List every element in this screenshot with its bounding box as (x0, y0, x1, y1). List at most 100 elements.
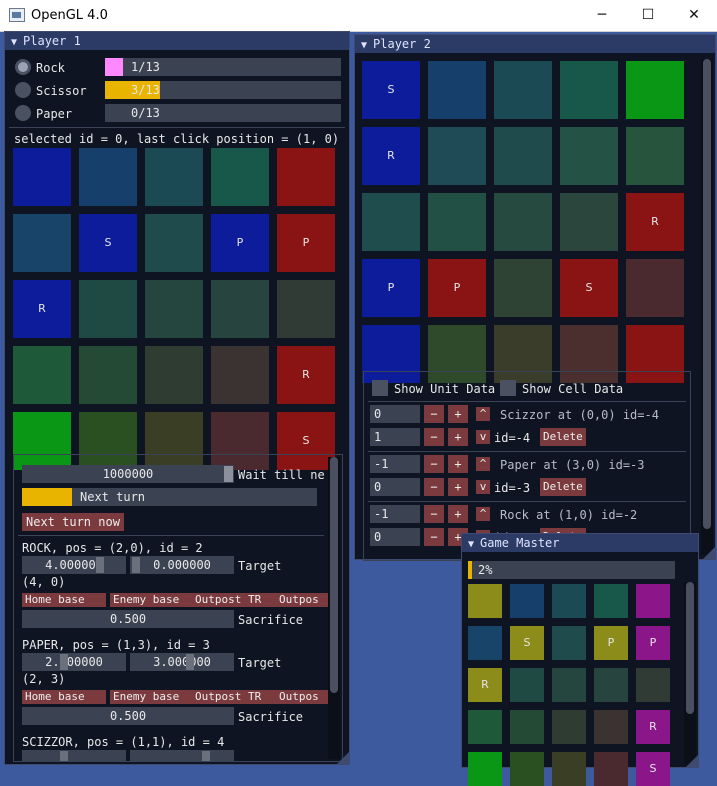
unit-value-slider-2[interactable]: 0.000000 (130, 556, 234, 574)
grid-cell[interactable] (626, 61, 684, 119)
unit-coord-x-field[interactable]: -1 (370, 505, 420, 523)
minimize-button[interactable]: ─ (579, 0, 625, 31)
resize-grip[interactable] (337, 752, 349, 764)
show-cell-data-checkbox[interactable] (500, 380, 516, 396)
grid-cell[interactable] (362, 193, 420, 251)
grid-cell[interactable]: P (636, 626, 670, 660)
grid-cell[interactable]: P (362, 259, 420, 317)
grid-cell[interactable] (560, 193, 618, 251)
decrement-button[interactable]: − (424, 405, 444, 423)
move-down-button[interactable]: v (476, 430, 490, 444)
player2-header[interactable]: ▼ Player 2 (355, 35, 715, 53)
grid-cell[interactable] (468, 626, 502, 660)
decrement-button[interactable]: − (424, 505, 444, 523)
unit-coord-x-field[interactable]: -1 (370, 455, 420, 473)
grid-cell[interactable] (145, 214, 203, 272)
grid-cell[interactable] (211, 346, 269, 404)
grid-cell[interactable] (13, 148, 71, 206)
turn-panel-scrollbar[interactable] (328, 457, 340, 759)
increment-button[interactable]: + (448, 505, 468, 523)
grid-cell[interactable]: S (560, 259, 618, 317)
next-turn-now-button[interactable]: Next turn now (22, 513, 124, 531)
target-preset-button[interactable]: Home base (22, 690, 106, 704)
slider-grab[interactable] (60, 654, 68, 670)
wait-slider[interactable]: 1000000 (22, 465, 234, 483)
grid-cell[interactable] (277, 148, 335, 206)
grid-cell[interactable] (468, 584, 502, 618)
grid-cell[interactable] (552, 668, 586, 702)
show-unit-data-checkbox[interactable] (372, 380, 388, 396)
grid-cell[interactable] (510, 668, 544, 702)
grid-cell[interactable] (428, 127, 486, 185)
game-master-scroll-thumb[interactable] (686, 582, 694, 714)
grid-cell[interactable] (626, 127, 684, 185)
move-up-button[interactable]: ^ (476, 507, 490, 521)
grid-cell[interactable] (277, 280, 335, 338)
grid-cell[interactable] (494, 259, 552, 317)
grid-cell[interactable] (552, 584, 586, 618)
grid-cell[interactable] (13, 214, 71, 272)
grid-cell[interactable] (211, 148, 269, 206)
grid-cell[interactable] (428, 61, 486, 119)
unit-value-slider-1[interactable] (22, 750, 126, 761)
target-preset-button[interactable]: Outpos (276, 593, 332, 607)
grid-cell[interactable] (636, 584, 670, 618)
game-master-scrollbar[interactable] (684, 582, 696, 764)
grid-cell[interactable]: R (277, 346, 335, 404)
turn-panel-scroll-thumb[interactable] (330, 457, 338, 693)
sacrifice-slider[interactable]: 0.500 (22, 610, 234, 628)
unit-value-slider-1[interactable]: 2.000000 (22, 653, 126, 671)
grid-cell[interactable] (145, 346, 203, 404)
game-master-header[interactable]: ▼ Game Master (462, 534, 698, 552)
unit-value-slider-1[interactable]: 4.000000 (22, 556, 126, 574)
close-button[interactable]: ✕ (671, 0, 717, 31)
collapse-triangle-icon[interactable]: ▼ (468, 536, 474, 554)
grid-cell[interactable] (560, 127, 618, 185)
grid-cell[interactable]: S (362, 61, 420, 119)
grid-cell[interactable]: S (79, 214, 137, 272)
slider-grab[interactable] (202, 751, 210, 761)
unit-coord-y-field[interactable]: 0 (370, 478, 420, 496)
grid-cell[interactable] (560, 61, 618, 119)
grid-cell[interactable]: R (626, 193, 684, 251)
slider-grab[interactable] (132, 557, 140, 573)
grid-cell[interactable] (494, 61, 552, 119)
grid-cell[interactable] (468, 710, 502, 744)
unit-type-radio[interactable] (15, 59, 31, 75)
decrement-button[interactable]: − (424, 528, 444, 546)
grid-cell[interactable]: S (510, 626, 544, 660)
player2-scroll-thumb[interactable] (703, 59, 711, 529)
grid-cell[interactable]: R (13, 280, 71, 338)
collapse-triangle-icon[interactable]: ▼ (361, 37, 367, 55)
increment-button[interactable]: + (448, 478, 468, 496)
slider-grab[interactable] (186, 654, 194, 670)
unit-value-slider-2[interactable]: 3.000000 (130, 653, 234, 671)
grid-cell[interactable] (636, 668, 670, 702)
grid-cell[interactable] (428, 193, 486, 251)
grid-cell[interactable] (79, 346, 137, 404)
grid-cell[interactable] (468, 752, 502, 786)
move-down-button[interactable]: v (476, 480, 490, 494)
increment-button[interactable]: + (448, 455, 468, 473)
grid-cell[interactable] (552, 710, 586, 744)
delete-button[interactable]: Delete (540, 428, 586, 446)
target-preset-button[interactable]: Home base (22, 593, 106, 607)
grid-cell[interactable] (594, 752, 628, 786)
resize-grip[interactable] (686, 755, 698, 767)
delete-button[interactable]: Delete (540, 478, 586, 496)
player1-header[interactable]: ▼ Player 1 (5, 32, 349, 50)
grid-cell[interactable] (145, 280, 203, 338)
unit-value-slider-2[interactable] (130, 750, 234, 761)
grid-cell[interactable] (145, 148, 203, 206)
target-preset-button[interactable]: Outpost TR (192, 593, 276, 607)
slider-grab[interactable] (60, 751, 68, 761)
grid-cell[interactable]: R (362, 127, 420, 185)
grid-cell[interactable] (13, 346, 71, 404)
grid-cell[interactable] (594, 710, 628, 744)
move-up-button[interactable]: ^ (476, 457, 490, 471)
unit-coord-y-field[interactable]: 0 (370, 528, 420, 546)
grid-cell[interactable] (79, 148, 137, 206)
slider-grab[interactable] (96, 557, 104, 573)
unit-coord-x-field[interactable]: 0 (370, 405, 420, 423)
grid-cell[interactable] (510, 584, 544, 618)
